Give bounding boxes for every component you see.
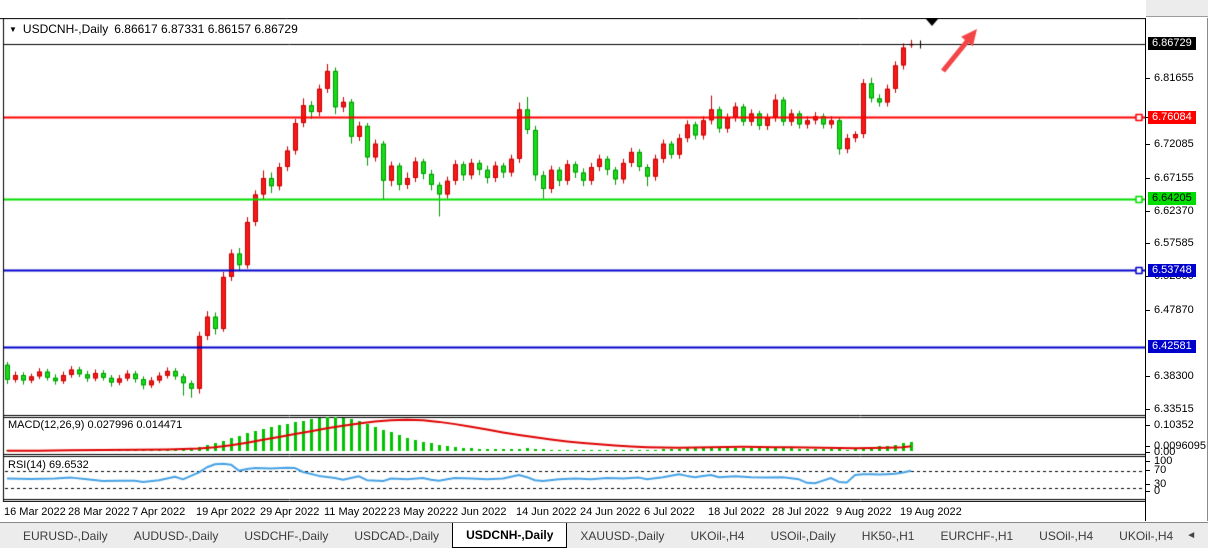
hline-price-box: 6.76084 <box>1148 111 1196 124</box>
date-label: 6 Jul 2022 <box>644 506 695 518</box>
price-tick-label: 6.81655 <box>1154 72 1194 84</box>
tab-audusd-daily[interactable]: AUDUSD-,Daily <box>121 523 232 548</box>
tab-usdcnh-daily[interactable]: USDCNH-,Daily <box>452 523 567 548</box>
chart-symbol-label: USDCNH-,Daily <box>23 22 108 36</box>
date-label: 2 Jun 2022 <box>452 506 506 518</box>
price-tick-label: 6.33515 <box>1154 403 1194 415</box>
tab-eurusd-daily[interactable]: EURUSD-,Daily <box>10 523 121 548</box>
price-tick-label: 6.62370 <box>1154 205 1194 217</box>
date-label: 24 Jun 2022 <box>580 506 641 518</box>
date-label: 19 Aug 2022 <box>900 506 962 518</box>
date-label: 23 May 2022 <box>388 506 452 518</box>
date-label: 28 Mar 2022 <box>68 506 130 518</box>
macd-indicator-label: MACD(12,26,9) 0.027996 0.014471 <box>8 419 182 431</box>
hline-price-box: 6.42581 <box>1148 340 1196 353</box>
date-label: 14 Jun 2022 <box>516 506 577 518</box>
symbol-tabbar: EURUSD-,DailyAUDUSD-,DailyUSDCHF-,DailyU… <box>0 522 1208 548</box>
price-tick-label: 6.38300 <box>1154 370 1194 382</box>
chart-canvas[interactable] <box>0 0 1146 522</box>
chevron-down-icon[interactable]: ▼ <box>9 25 17 34</box>
trading-terminal: 5M30H1H4D1W1MN ▼ USDCNH-,Daily 6.86617 6… <box>0 0 1208 548</box>
date-axis[interactable]: 16 Mar 202228 Mar 20227 Apr 2022 19 Apr 2… <box>0 502 1145 521</box>
date-label: 11 May 2022 <box>324 506 387 518</box>
price-tick-label: 6.67155 <box>1154 172 1194 184</box>
tab-usdchf-daily[interactable]: USDCHF-,Daily <box>231 523 341 548</box>
current-price-box: 6.86729 <box>1148 37 1196 50</box>
hline-price-box: 6.64205 <box>1148 192 1196 205</box>
rsi-indicator-label: RSI(14) 69.6532 <box>8 459 89 471</box>
tab-usoil-daily[interactable]: USOil-,Daily <box>757 523 848 548</box>
price-tick-label: 6.72085 <box>1154 138 1194 150</box>
rsi-tick-label: 0 <box>1154 485 1160 497</box>
tab-xauusd-daily[interactable]: XAUUSD-,Daily <box>567 523 677 548</box>
price-tick-label: 6.47870 <box>1154 304 1194 316</box>
date-label: 28 Jul 2022 <box>772 506 829 518</box>
tab-ukoil-h4[interactable]: UKOil-,H4 <box>677 523 757 548</box>
date-label: 18 Jul 2022 <box>708 506 765 518</box>
tab-usoil-h4[interactable]: USOil-,H4 <box>1026 523 1106 548</box>
date-label: 19 Apr 2022 <box>196 506 255 518</box>
rsi-tick-label: 70 <box>1154 464 1166 476</box>
date-label: 7 Apr 2022 <box>132 506 185 518</box>
date-label: 9 Aug 2022 <box>836 506 892 518</box>
chart-ohlc-values: 6.86617 6.87331 6.86157 6.86729 <box>114 22 298 36</box>
tab-eurchf-h1[interactable]: EURCHF-,H1 <box>927 523 1026 548</box>
chart-title: ▼ USDCNH-,Daily 6.86617 6.87331 6.86157 … <box>9 22 298 36</box>
tab-scroll-left-icon[interactable]: ◄ <box>1186 530 1196 541</box>
tab-scroll-controls: ◄► <box>1186 523 1208 548</box>
price-axis[interactable]: 6.816556.760786.720856.671556.623706.575… <box>1145 18 1208 521</box>
tab-hk50-h1[interactable]: HK50-,H1 <box>849 523 928 548</box>
date-label: 29 Apr 2022 <box>260 506 319 518</box>
price-tick-label: 6.57585 <box>1154 237 1194 249</box>
hline-price-box: 6.53748 <box>1148 264 1196 277</box>
macd-tick-label: 0.10352 <box>1154 419 1194 431</box>
tab-usdcad-daily[interactable]: USDCAD-,Daily <box>341 523 452 548</box>
chart-window: ▼ USDCNH-,Daily 6.86617 6.87331 6.86157 … <box>0 18 1208 522</box>
tab-ukoil-h4[interactable]: UKOil-,H4 <box>1106 523 1186 548</box>
date-label: 16 Mar 2022 <box>4 506 66 518</box>
